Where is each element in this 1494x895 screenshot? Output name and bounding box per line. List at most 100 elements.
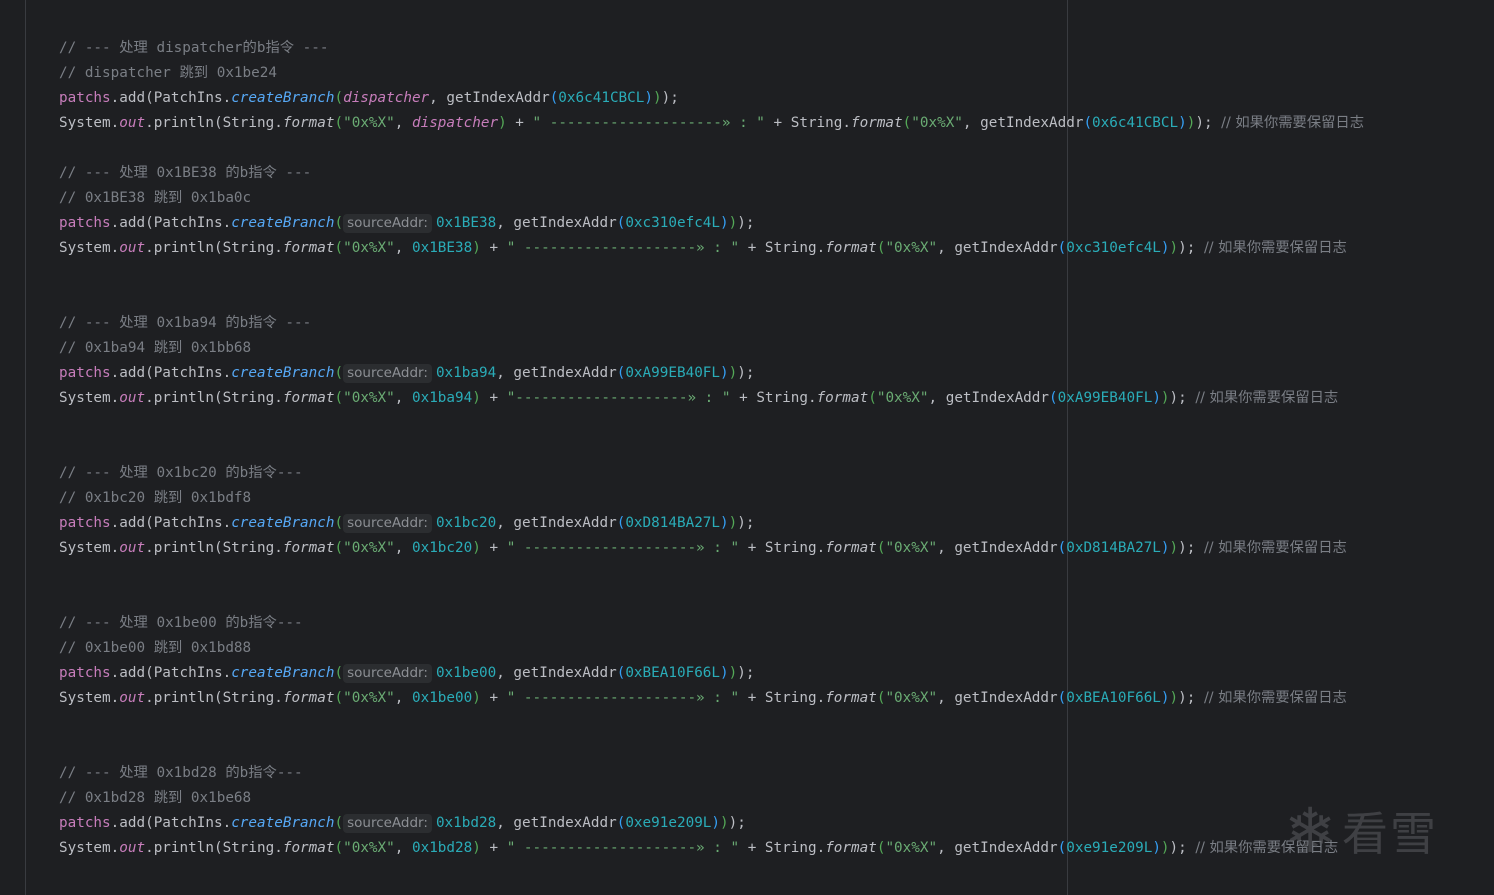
code-line[interactable]: System.out.println(String.format("0x%X",… — [59, 111, 1494, 136]
code-punctuation: . — [145, 390, 154, 406]
identifier: PatchIns — [153, 90, 223, 106]
code-punctuation: . — [816, 540, 826, 556]
code-line[interactable]: patchs.add(PatchIns.createBranch(sourceA… — [59, 211, 1494, 236]
code-punctuation: + — [480, 540, 507, 556]
code-punctuation: ; — [670, 90, 679, 106]
blank-line[interactable] — [59, 411, 1494, 436]
code-punctuation: . — [145, 840, 154, 856]
string-literal: "0x%X" — [343, 840, 395, 856]
blank-line[interactable] — [59, 261, 1494, 286]
code-punctuation: ( — [145, 365, 154, 381]
hex-constant: 0xD814BA27L — [1066, 540, 1161, 556]
identifier: System — [59, 390, 111, 406]
hex-constant: 0xc310efc4L — [1066, 240, 1161, 256]
code-line[interactable]: System.out.println(String.format("0x%X",… — [59, 686, 1494, 711]
code-line[interactable]: System.out.println(String.format("0x%X",… — [59, 236, 1494, 261]
comment-text: 0x1bd88 — [182, 640, 252, 656]
method-call: getIndexAddr — [954, 690, 1058, 706]
code-punctuation: ( — [1083, 115, 1093, 131]
field: out — [119, 240, 146, 256]
identifier: patchs — [59, 515, 111, 531]
blank-line[interactable] — [59, 286, 1494, 311]
argument: 0x1ba94 — [411, 390, 473, 406]
identifier: .add — [110, 815, 146, 831]
comment-line[interactable]: // --- 处理 0x1bc20 的b指令--- — [59, 461, 1494, 486]
code-punctuation: + — [739, 690, 765, 706]
code-editor[interactable]: // --- 处理 dispatcher的b指令 ---// dispatche… — [59, 36, 1494, 861]
blank-line[interactable] — [59, 436, 1494, 461]
method-call: getIndexAddr — [954, 540, 1058, 556]
code-punctuation: . — [807, 390, 817, 406]
string-literal: "0x%X" — [885, 540, 938, 556]
code-line[interactable]: System.out.println(String.format("0x%X",… — [59, 836, 1494, 861]
comment-text: // --- — [59, 615, 120, 631]
comment-line[interactable]: // 0x1ba94 跳到 0x1bb68 — [59, 336, 1494, 361]
comment-line[interactable]: // 0x1bc20 跳到 0x1bdf8 — [59, 486, 1494, 511]
code-punctuation: ) — [728, 665, 738, 681]
code-line[interactable]: patchs.add(PatchIns.createBranch(sourceA… — [59, 511, 1494, 536]
code-punctuation: ( — [145, 90, 154, 106]
blank-line[interactable] — [59, 561, 1494, 586]
method-call: println — [153, 390, 214, 406]
comment-line[interactable]: // 0x1BE38 跳到 0x1ba0c — [59, 186, 1494, 211]
blank-line[interactable] — [59, 136, 1494, 161]
identifier: PatchIns — [153, 215, 223, 231]
code-punctuation: ) — [1178, 540, 1187, 556]
code-line[interactable]: patchs.add(PatchIns.createBranch(sourceA… — [59, 361, 1494, 386]
code-punctuation: ( — [145, 515, 154, 531]
comment-text: 0x1bc20 的b指令--- — [147, 465, 303, 481]
hex-constant: 0x6c41CBCL — [558, 90, 645, 106]
hex-constant: 0x6c41CBCL — [1092, 115, 1179, 131]
identifier: String — [764, 540, 817, 556]
code-punctuation: + — [480, 690, 507, 706]
code-punctuation: ( — [334, 515, 344, 531]
code-punctuation: ) — [728, 215, 738, 231]
string-literal: " --------------------» : " — [506, 540, 740, 556]
blank-line[interactable] — [59, 711, 1494, 736]
comment-line[interactable]: // dispatcher 跳到 0x1be24 — [59, 61, 1494, 86]
argument: 0x1bc20 — [411, 540, 473, 556]
field: out — [119, 390, 146, 406]
code-line[interactable]: System.out.println(String.format("0x%X",… — [59, 536, 1494, 561]
code-punctuation: ( — [334, 215, 344, 231]
code-punctuation: ( — [1057, 240, 1067, 256]
blank-line[interactable] — [59, 586, 1494, 611]
comment-line[interactable]: // 0x1be00 跳到 0x1bd88 — [59, 636, 1494, 661]
comment-line[interactable]: // --- 处理 0x1bd28 的b指令--- — [59, 761, 1494, 786]
comment-line[interactable]: // --- 处理 0x1BE38 的b指令 --- — [59, 161, 1494, 186]
code-line[interactable]: patchs.add(PatchIns.createBranch(sourceA… — [59, 661, 1494, 686]
code-punctuation: ) — [711, 815, 721, 831]
code-punctuation: ( — [334, 90, 344, 106]
method-call: getIndexAddr — [513, 665, 617, 681]
comment-line[interactable]: // --- 处理 0x1ba94 的b指令 --- — [59, 311, 1494, 336]
method-call: createBranch — [231, 90, 335, 106]
code-punctuation: ( — [213, 390, 223, 406]
identifier: PatchIns — [153, 815, 223, 831]
identifier: patchs — [59, 365, 111, 381]
blank-line[interactable] — [59, 736, 1494, 761]
code-line[interactable]: System.out.println(String.format("0x%X",… — [59, 386, 1494, 411]
code-punctuation: ; — [1178, 840, 1196, 856]
code-punctuation: , — [496, 515, 514, 531]
identifier: System — [59, 240, 111, 256]
method-call: getIndexAddr — [945, 390, 1050, 406]
comment-text: // 如果你需要保留日志 — [1203, 240, 1347, 256]
comment-line[interactable]: // --- 处理 dispatcher的b指令 --- — [59, 36, 1494, 61]
comment-text: // 如果你需要保留日志 — [1203, 690, 1347, 706]
code-punctuation: ) — [728, 365, 738, 381]
string-literal: "0x%X" — [343, 115, 395, 131]
code-punctuation: . — [274, 840, 283, 856]
argument: 0x1bd28 — [411, 840, 473, 856]
comment-text: 0x1be24 — [208, 65, 277, 81]
comment-line[interactable]: // 0x1bd28 跳到 0x1be68 — [59, 786, 1494, 811]
method-call: format — [282, 390, 335, 406]
method-call: format — [825, 240, 877, 256]
field: out — [119, 840, 146, 856]
code-line[interactable]: patchs.add(PatchIns.createBranch(sourceA… — [59, 811, 1494, 836]
code-punctuation: ( — [334, 365, 344, 381]
comment-line[interactable]: // --- 处理 0x1be00 的b指令--- — [59, 611, 1494, 636]
comment-text: // --- — [59, 765, 120, 781]
code-line[interactable]: patchs.add(PatchIns.createBranch(dispatc… — [59, 86, 1494, 111]
string-literal: " --------------------» : " — [532, 115, 765, 131]
string-literal: "0x%X" — [343, 690, 395, 706]
